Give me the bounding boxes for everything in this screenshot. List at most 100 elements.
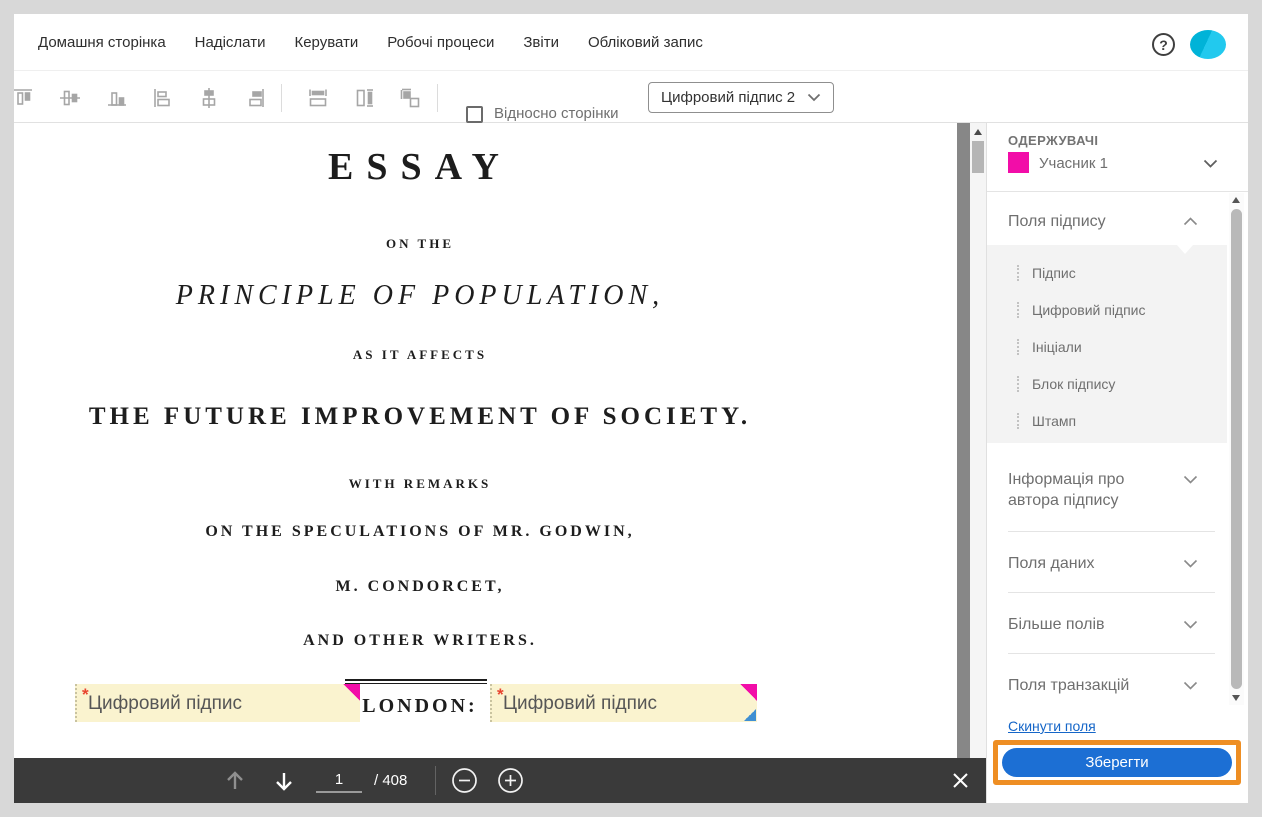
- doc-line-condorcet: M. CONDORCET,: [335, 578, 505, 595]
- drag-handle-icon: [1017, 376, 1019, 392]
- chevron-down-icon[interactable]: [1183, 681, 1198, 690]
- field-item-signature-block[interactable]: Блок підпису: [987, 374, 1227, 400]
- signature-fields-panel: Підпис Цифровий підпис Ініціали Блок під…: [987, 245, 1227, 443]
- sidebar-scrollbar-thumb[interactable]: [1231, 209, 1242, 689]
- participant-name: Учасник 1: [1039, 155, 1108, 172]
- recipients-title: ОДЕРЖУВАЧІ: [1008, 133, 1099, 148]
- scroll-down-arrow-icon[interactable]: [1232, 695, 1240, 701]
- document-scrollbar-thumb[interactable]: [972, 141, 984, 173]
- recipients-chevron-down-icon[interactable]: [1203, 159, 1218, 168]
- field-item-initials[interactable]: Ініціали: [987, 337, 1227, 363]
- zoom-in-icon[interactable]: [497, 767, 524, 794]
- drag-handle-icon: [1017, 413, 1019, 429]
- field-type-dropdown-value: Цифровий підпис 2: [661, 89, 796, 106]
- field-item-label: Підпис: [1032, 265, 1076, 281]
- participant-color-swatch: [1008, 152, 1029, 173]
- app-window: Домашня сторінка Надіслати Керувати Робо…: [14, 14, 1248, 803]
- chevron-up-icon[interactable]: [1183, 217, 1198, 226]
- fields-sidebar: ОДЕРЖУВАЧІ Учасник 1 Поля підпису Підпис…: [986, 123, 1248, 803]
- align-vertical-center-icon[interactable]: [58, 86, 82, 110]
- field-item-stamp[interactable]: Штамп: [987, 411, 1227, 437]
- pager-separator: [435, 766, 436, 795]
- field-item-label: Блок підпису: [1032, 376, 1116, 392]
- nav-manage[interactable]: Керувати: [294, 34, 358, 51]
- signature-field-label: Цифровий підпис: [88, 693, 243, 714]
- next-page-icon[interactable]: [271, 768, 298, 795]
- chevron-down-icon[interactable]: [1183, 559, 1198, 568]
- field-type-dropdown[interactable]: Цифровий підпис 2: [648, 82, 834, 113]
- doc-line-on-the: ON THE: [386, 236, 454, 251]
- drag-handle-icon: [1017, 265, 1019, 281]
- section-signer-info[interactable]: Інформація про автора підпису: [1008, 469, 1124, 511]
- field-item-digital-signature[interactable]: Цифровий підпис: [987, 300, 1227, 326]
- align-bottom-icon[interactable]: [105, 86, 129, 110]
- panel-notch: [1177, 245, 1193, 254]
- nav-account[interactable]: Обліковий запис: [588, 34, 703, 51]
- scroll-up-arrow-icon[interactable]: [974, 129, 982, 135]
- chevron-down-icon: [807, 93, 821, 102]
- zoom-out-icon[interactable]: [451, 767, 478, 794]
- match-height-icon[interactable]: [352, 86, 376, 110]
- resize-handle-icon[interactable]: [744, 709, 756, 721]
- participant-corner-icon: [343, 684, 360, 701]
- align-right-icon[interactable]: [243, 86, 267, 110]
- page-number-input[interactable]: [316, 767, 362, 793]
- field-alignment-toolbar: [14, 70, 1248, 123]
- drag-handle-icon: [1017, 302, 1019, 318]
- drag-handle-icon: [1017, 339, 1019, 355]
- title-page-rule: [345, 679, 487, 684]
- relative-to-page-checkbox[interactable]: [466, 106, 483, 123]
- section-more-fields[interactable]: Більше полів: [1008, 614, 1105, 635]
- chevron-down-icon[interactable]: [1183, 475, 1198, 484]
- field-item-signature[interactable]: Підпис: [987, 263, 1227, 289]
- section-signer-info-line2: автора підпису: [1008, 492, 1119, 509]
- doc-line-speculations: ON THE SPECULATIONS OF MR. GODWIN,: [205, 523, 635, 540]
- digital-signature-field-2[interactable]: * Цифровий підпис: [490, 684, 757, 722]
- nav-workflows[interactable]: Робочі процеси: [387, 34, 494, 51]
- document-scrollbar[interactable]: [970, 123, 986, 803]
- save-button[interactable]: Зберегти: [1002, 748, 1232, 777]
- section-data-fields[interactable]: Поля даних: [1008, 553, 1095, 574]
- participant-corner-icon: [740, 684, 757, 701]
- save-button-highlight: Зберегти: [993, 740, 1241, 785]
- page-total-label: / 408: [374, 772, 408, 789]
- document-viewer: ESSAY ON THE PRINCIPLE OF POPULATION, AS…: [14, 123, 986, 803]
- doc-line-principle: PRINCIPLE OF POPULATION,: [175, 280, 665, 311]
- main-area: ESSAY ON THE PRINCIPLE OF POPULATION, AS…: [14, 123, 1248, 803]
- signature-field-label: Цифровий підпис: [503, 693, 658, 714]
- align-left-icon[interactable]: [151, 86, 175, 110]
- nav-reports[interactable]: Звіти: [523, 34, 559, 51]
- page-navigation-bar: / 408: [14, 758, 986, 803]
- document-page: ESSAY ON THE PRINCIPLE OF POPULATION, AS…: [14, 123, 957, 803]
- match-width-icon[interactable]: [306, 86, 330, 110]
- field-item-label: Штамп: [1032, 413, 1077, 429]
- digital-signature-field-1[interactable]: * Цифровий підпис: [75, 684, 360, 722]
- relative-to-page-label: Відносно сторінки: [494, 105, 619, 122]
- field-item-label: Цифровий підпис: [1032, 302, 1146, 318]
- section-signature-fields[interactable]: Поля підпису: [1008, 211, 1106, 232]
- nav-send[interactable]: Надіслати: [195, 34, 266, 51]
- field-item-label: Ініціали: [1032, 339, 1082, 355]
- reset-fields-link[interactable]: Скинути поля: [1008, 718, 1096, 734]
- toolbar-separator: [437, 84, 438, 112]
- align-horizontal-center-icon[interactable]: [197, 86, 221, 110]
- sidebar-scrollbar[interactable]: [1229, 193, 1244, 705]
- scroll-up-arrow-icon[interactable]: [1232, 197, 1240, 203]
- previous-page-icon[interactable]: [222, 768, 249, 795]
- doc-line-other-writers: AND OTHER WRITERS.: [303, 632, 537, 649]
- section-transaction-fields[interactable]: Поля транзакцій: [1008, 675, 1129, 696]
- sidebar-divider: [987, 191, 1248, 192]
- close-icon[interactable]: [952, 772, 979, 799]
- sidebar-divider: [1008, 531, 1215, 532]
- align-top-icon[interactable]: [14, 86, 35, 110]
- chevron-down-icon[interactable]: [1183, 620, 1198, 629]
- doc-line-as-it-affects: AS IT AFFECTS: [352, 347, 488, 362]
- doc-line-with-remarks: WITH REMARKS: [348, 476, 492, 491]
- help-icon[interactable]: ?: [1152, 33, 1175, 56]
- user-avatar[interactable]: [1190, 30, 1226, 59]
- match-size-icon[interactable]: [398, 86, 422, 110]
- nav-home[interactable]: Домашня сторінка: [38, 34, 166, 51]
- toolbar-separator: [281, 84, 282, 112]
- section-signer-info-line1: Інформація про: [1008, 471, 1125, 488]
- viewer-background-gutter: [957, 123, 970, 803]
